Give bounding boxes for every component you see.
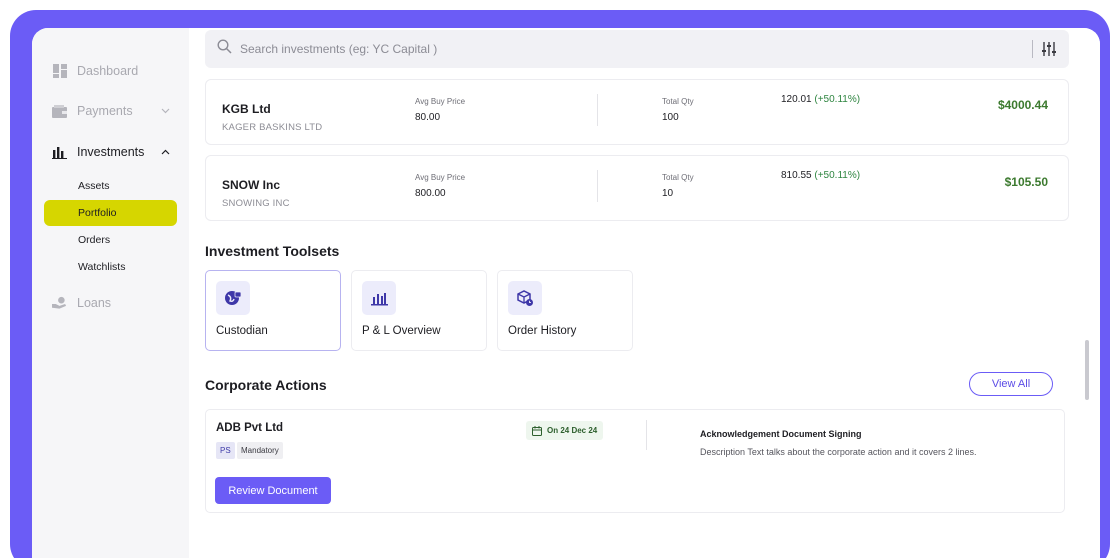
sidebar-item-payments[interactable]: Payments [52,101,170,121]
box-clock-icon [508,281,542,315]
sidebar-item-investments[interactable]: Investments [52,142,170,162]
price-change: (+50.11%) [814,170,861,181]
wallet-icon [52,104,67,119]
total-qty-label: Total Qty [662,173,694,182]
holding-divider [597,94,598,126]
sidebar-item-dashboard[interactable]: Dashboard [52,61,170,81]
tool-label: P & L Overview [362,325,441,337]
sidebar-item-label: Dashboard [77,64,139,78]
sidebar-subitem-portfolio[interactable]: Portfolio [44,200,177,226]
date-text: On 24 Dec 24 [547,426,598,435]
card-divider [646,420,647,450]
avg-buy-price-label: Avg Buy Price [415,97,466,106]
chevron-down-icon[interactable] [161,106,170,117]
bar-chart-icon [362,281,396,315]
holding-full-name: KAGER BASKINS LTD [222,122,323,133]
calendar-icon [532,425,542,436]
total-qty-value: 100 [662,112,679,123]
search-bar [205,30,1069,68]
sidebar-item-label: Loans [77,296,112,310]
tag-short: PS [216,442,235,459]
scrollbar[interactable] [1085,340,1089,400]
tool-order-history[interactable]: Order History [497,270,633,351]
sidebar: Dashboard Payments Investments Assets Po… [32,28,189,558]
holding-name: KGB Ltd [222,102,271,116]
action-description: Description Text talks about the corpora… [700,447,977,457]
holding-divider [597,170,598,202]
tool-custodian[interactable]: Custodian [205,270,341,351]
sidebar-subitem-orders[interactable]: Orders [44,227,177,253]
filter-sliders-icon[interactable] [1041,41,1057,57]
holding-full-name: SNOWING INC [222,198,290,209]
review-document-button[interactable]: Review Document [215,477,331,504]
bar-chart-icon [52,145,67,160]
action-title: Acknowledgement Document Signing [700,429,862,439]
holding-name: SNOW Inc [222,178,281,192]
tag-type: Mandatory [237,442,283,459]
avg-buy-price-value: 80.00 [415,112,441,123]
holding-amount: $4000.44 [997,98,1048,112]
sidebar-subitem-watchlists[interactable]: Watchlists [44,254,177,280]
tool-label: Custodian [216,325,268,337]
holding-row[interactable]: SNOW Inc SNOWING INC Avg Buy Price 800.0… [205,155,1069,221]
total-qty-label: Total Qty [662,97,694,106]
main-content: KGB Ltd KAGER BASKINS LTD Avg Buy Price … [189,28,1100,558]
tool-pl-overview[interactable]: P & L Overview [351,270,487,351]
company-name: ADB Pvt Ltd [216,422,284,434]
avg-buy-price-label: Avg Buy Price [415,173,466,182]
search-divider [1032,40,1033,58]
sidebar-item-label: Investments [77,145,145,159]
price-change: (+50.11%) [814,94,861,105]
tool-label: Order History [508,325,577,337]
last-traded-price: 810.55 (+50.11%) [781,170,861,181]
corporate-action-card: ADB Pvt Ltd PS Mandatory Review Document… [205,409,1065,513]
holding-amount: $105.50 [1004,175,1048,189]
globe-lock-icon [216,281,250,315]
sidebar-item-label: Payments [77,104,133,118]
dashboard-icon [52,64,67,79]
total-qty-value: 10 [662,188,674,199]
date-badge: On 24 Dec 24 [526,421,604,440]
app-screen: Dashboard Payments Investments Assets Po… [32,28,1100,558]
last-traded-price: 120.01 (+50.11%) [781,94,861,105]
sidebar-item-loans[interactable]: Loans [52,293,170,313]
corporate-actions-heading: Corporate Actions [205,377,327,393]
search-icon [217,39,232,59]
chevron-up-icon[interactable] [161,147,170,158]
view-all-button[interactable]: View All [969,372,1053,396]
search-input[interactable] [240,42,1020,56]
avg-buy-price-value: 800.00 [415,188,446,199]
hand-coin-icon [52,296,67,311]
holding-row[interactable]: KGB Ltd KAGER BASKINS LTD Avg Buy Price … [205,79,1069,145]
sidebar-subitem-assets[interactable]: Assets [44,173,177,199]
toolsets-heading: Investment Toolsets [205,243,340,259]
